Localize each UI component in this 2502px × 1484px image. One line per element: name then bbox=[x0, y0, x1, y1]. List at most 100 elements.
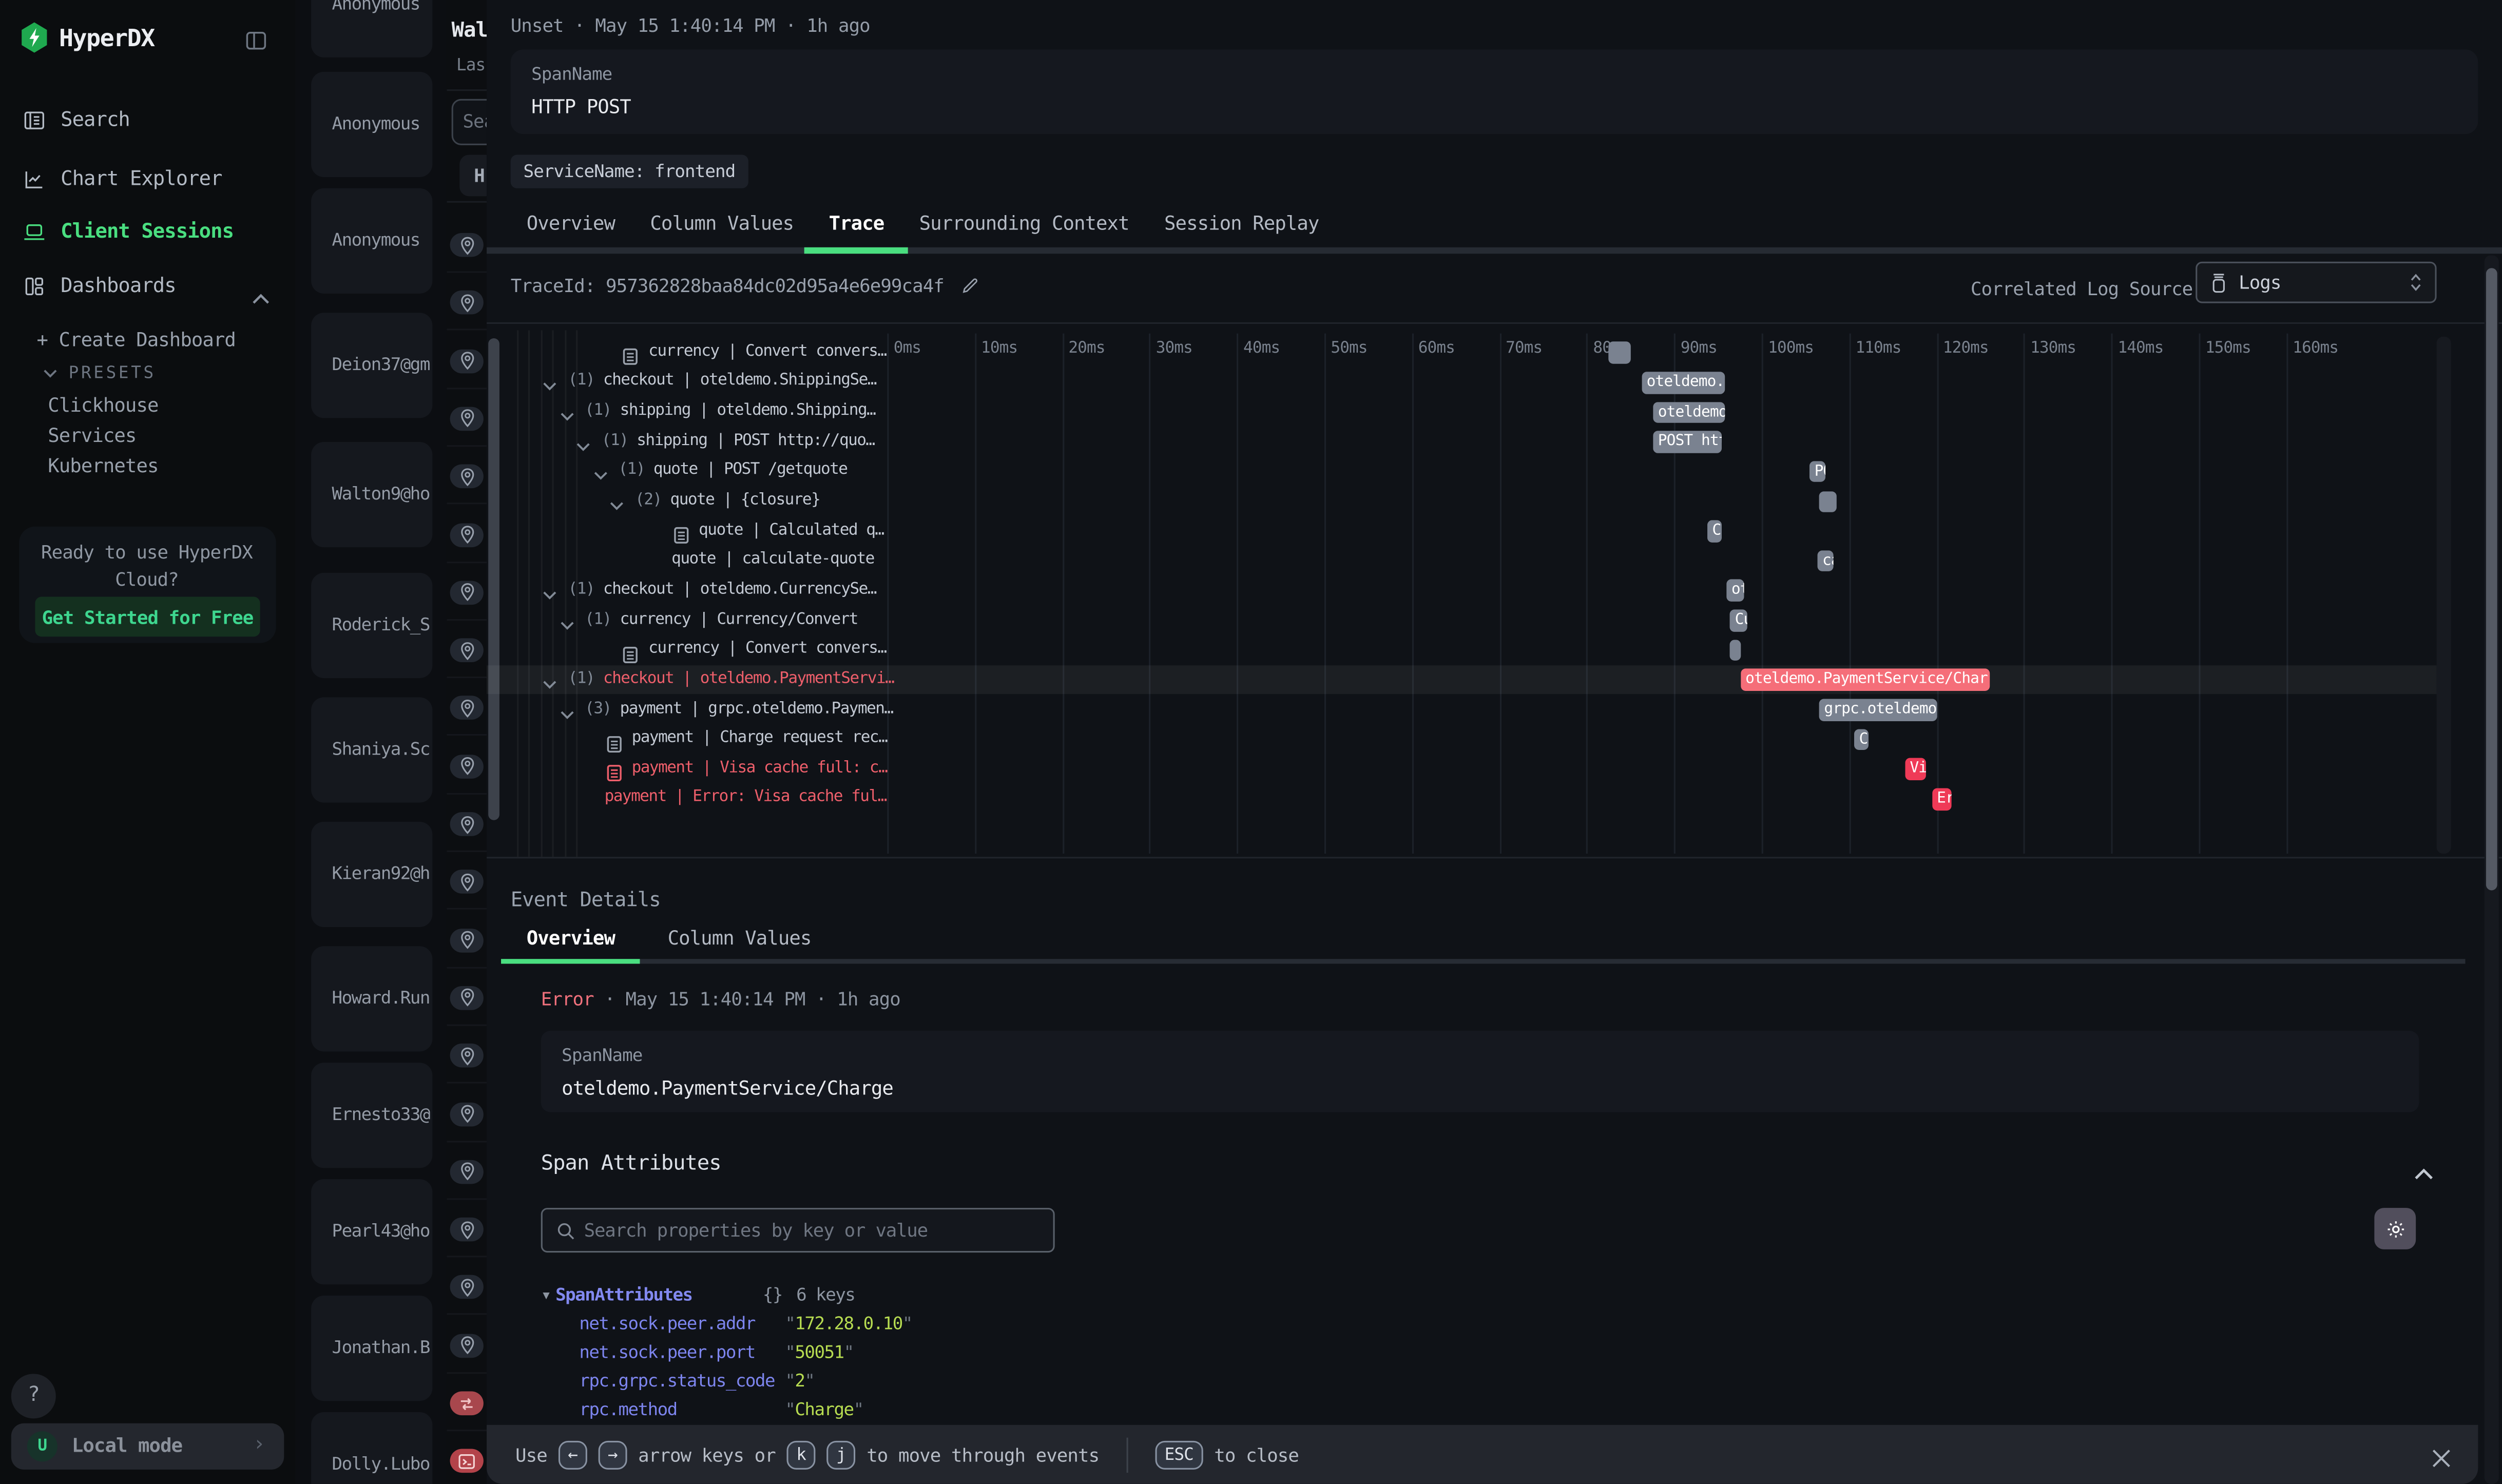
presets-section-header[interactable]: PRESETS bbox=[43, 364, 156, 383]
session-event-icon-button[interactable] bbox=[450, 639, 484, 663]
span-duration-bar[interactable]: oteldemo.ShippingService bbox=[1653, 401, 1725, 423]
session-event-icon-button[interactable] bbox=[450, 523, 484, 547]
drawer-scrollbar-thumb[interactable] bbox=[2486, 268, 2497, 890]
span-label[interactable]: shipping | POST http://quo… bbox=[637, 427, 874, 457]
session-card[interactable]: Anonymous bbox=[311, 188, 432, 294]
session-card[interactable]: Walton9@ho bbox=[311, 442, 432, 547]
session-card[interactable]: Shaniya.Sc bbox=[311, 697, 432, 802]
span-label[interactable]: currency | Currency/Convert bbox=[620, 606, 858, 635]
expand-caret-icon[interactable] bbox=[609, 488, 624, 518]
expand-caret-icon[interactable] bbox=[543, 369, 557, 399]
span-duration-bar[interactable]: Calculated quote bbox=[1707, 521, 1721, 542]
sidebar-item-client-sessions[interactable]: Client Sessions bbox=[0, 212, 295, 250]
create-dashboard-button[interactable]: + Create Dashboard bbox=[36, 329, 235, 351]
span-label[interactable]: payment | Error: Visa cache ful… bbox=[605, 784, 887, 814]
span-label[interactable]: payment | grpc.oteldemo.Paymen… bbox=[620, 695, 893, 725]
session-card[interactable]: Deion37@gm bbox=[311, 313, 432, 418]
session-card[interactable]: Jonathan.B bbox=[311, 1296, 432, 1401]
span-duration-bar[interactable]: POST http://quote:8080 bbox=[1653, 431, 1721, 453]
span-duration-bar[interactable] bbox=[1730, 640, 1741, 661]
service-name-badge[interactable]: ServiceName: frontend bbox=[511, 155, 748, 188]
span-label[interactable]: shipping | oteldemo.Shipping… bbox=[620, 397, 876, 427]
trace-span-row[interactable]: quote | calculate-quotecalculate-quote bbox=[487, 546, 2436, 576]
session-card[interactable]: Dolly.Lubo bbox=[311, 1412, 432, 1484]
span-duration-bar[interactable]: Charge request received. bbox=[1854, 729, 1868, 750]
sidebar-item-kubernetes[interactable]: Kubernetes bbox=[48, 455, 158, 477]
trace-span-row[interactable]: payment | Visa cache full: c…Visa cache … bbox=[487, 755, 2436, 784]
tab-column-values[interactable]: Column Values bbox=[668, 927, 812, 950]
span-label[interactable]: currency | Convert convers… bbox=[648, 635, 886, 665]
expand-caret-icon[interactable] bbox=[560, 399, 574, 429]
span-label[interactable]: quote | calculate-quote bbox=[671, 546, 874, 576]
session-event-icon-button[interactable] bbox=[450, 1218, 484, 1242]
collapse-sidebar-icon[interactable] bbox=[244, 29, 268, 59]
trace-span-row[interactable]: (3)payment | grpc.oteldemo.Paymen…grpc.o… bbox=[487, 695, 2436, 725]
local-mode-menu[interactable]: U Local mode › bbox=[11, 1423, 284, 1470]
span-duration-bar[interactable]: oteldemo.ShippingService bbox=[1642, 372, 1725, 393]
trace-span-row[interactable]: (1)shipping | POST http://quo…POST http:… bbox=[487, 427, 2436, 457]
span-attributes-search-input[interactable] bbox=[584, 1209, 1047, 1251]
sidebar-item-search[interactable]: Search bbox=[0, 101, 295, 139]
expand-caret-icon[interactable] bbox=[543, 667, 557, 697]
session-event-icon-button[interactable] bbox=[450, 465, 484, 489]
attributes-root-key[interactable]: SpanAttributes bbox=[555, 1284, 692, 1305]
help-button[interactable]: ? bbox=[11, 1374, 56, 1418]
span-duration-bar[interactable]: oteldemo.PaymentService/Char bbox=[1741, 669, 1990, 691]
session-event-icon-button[interactable] bbox=[450, 696, 484, 720]
attribute-key[interactable]: rpc.grpc.status_code bbox=[579, 1367, 775, 1396]
tab-column-values[interactable]: Column Values bbox=[650, 212, 794, 235]
trace-span-row[interactable]: (1)checkout | oteldemo.CurrencySe…otelde… bbox=[487, 576, 2436, 606]
log-source-select[interactable]: Logs bbox=[2196, 262, 2436, 303]
trace-span-row[interactable]: (1)quote | POST /getquotePOST /getquote bbox=[487, 457, 2436, 487]
session-event-icon-button[interactable] bbox=[450, 1160, 484, 1184]
trace-span-row[interactable]: (1)checkout | oteldemo.PaymentServi…otel… bbox=[487, 665, 2436, 695]
trace-span-row[interactable]: payment | Charge request rec… Charge requ… bbox=[487, 725, 2436, 755]
attribute-key[interactable]: net.sock.peer.port bbox=[579, 1339, 755, 1367]
session-event-icon-button[interactable] bbox=[450, 581, 484, 605]
sidebar-item-dashboards[interactable]: Dashboards bbox=[0, 266, 295, 305]
tab-overview[interactable]: Overview bbox=[527, 212, 615, 235]
span-duration-bar[interactable]: oteldemo.CurrencyService bbox=[1727, 580, 1744, 602]
attribute-key[interactable]: rpc.method bbox=[579, 1396, 677, 1425]
span-label[interactable]: currency | Convert convers… bbox=[648, 338, 886, 368]
session-event-icon-button[interactable] bbox=[450, 754, 484, 778]
session-event-icon-button[interactable] bbox=[450, 928, 484, 952]
trace-span-row[interactable]: (1)currency | Currency/ConvertCurrency/C… bbox=[487, 606, 2436, 635]
expand-caret-icon[interactable] bbox=[593, 458, 607, 488]
session-event-icon-button[interactable] bbox=[450, 1449, 484, 1473]
span-duration-bar[interactable]: grpc.oteldemo.PaymentServ bbox=[1819, 699, 1937, 721]
session-event-icon-button[interactable] bbox=[450, 812, 484, 836]
edit-pencil-icon[interactable] bbox=[960, 276, 979, 295]
session-card[interactable]: Roderick_S bbox=[311, 573, 432, 678]
session-card[interactable]: Ernesto33@ bbox=[311, 1063, 432, 1168]
trace-span-row[interactable]: (2)quote | {closure} bbox=[487, 487, 2436, 516]
span-duration-bar[interactable]: Currency/Convert bbox=[1730, 610, 1747, 631]
trace-span-row[interactable]: currency | Convert convers… bbox=[487, 635, 2436, 665]
collapse-section-chevron-icon[interactable] bbox=[2414, 1157, 2433, 1187]
span-duration-bar[interactable]: POST /getquote bbox=[1810, 461, 1825, 483]
session-card[interactable]: Howard.Run bbox=[311, 946, 432, 1051]
attribute-key[interactable]: net.sock.peer.addr bbox=[579, 1310, 755, 1339]
sidebar-item-clickhouse[interactable]: Clickhouse bbox=[48, 394, 158, 417]
span-label[interactable]: quote | POST /getquote bbox=[653, 457, 848, 487]
session-event-icon-button[interactable] bbox=[450, 870, 484, 894]
session-card[interactable]: Anonymous bbox=[311, 0, 432, 57]
trace-span-row[interactable]: currency | Convert convers… bbox=[487, 338, 2436, 368]
get-started-button[interactable]: Get Started for Free bbox=[35, 597, 260, 637]
span-label[interactable]: checkout | oteldemo.PaymentServi… bbox=[603, 665, 894, 695]
session-event-icon-button[interactable] bbox=[450, 1334, 484, 1358]
session-event-icon-button[interactable] bbox=[450, 291, 484, 315]
session-event-icon-button[interactable] bbox=[450, 1044, 484, 1068]
tab-surrounding-context[interactable]: Surrounding Context bbox=[919, 212, 1129, 235]
span-label[interactable]: payment | Visa cache full: c… bbox=[632, 755, 888, 784]
span-label[interactable]: quote | {closure} bbox=[670, 487, 820, 516]
tab-session-replay[interactable]: Session Replay bbox=[1164, 212, 1319, 235]
span-label[interactable]: quote | Calculated q… bbox=[699, 516, 883, 546]
expand-caret-icon[interactable] bbox=[576, 429, 590, 458]
session-card[interactable]: Pearl43@ho bbox=[311, 1179, 432, 1284]
session-event-icon-button[interactable] bbox=[450, 1392, 484, 1416]
trace-span-row[interactable]: quote | Calculated q… Calculated quote bbox=[487, 516, 2436, 546]
span-label[interactable]: payment | Charge request rec… bbox=[632, 725, 888, 755]
sidebar-item-chart-explorer[interactable]: Chart Explorer bbox=[0, 160, 295, 198]
expand-caret-icon[interactable] bbox=[543, 577, 557, 607]
